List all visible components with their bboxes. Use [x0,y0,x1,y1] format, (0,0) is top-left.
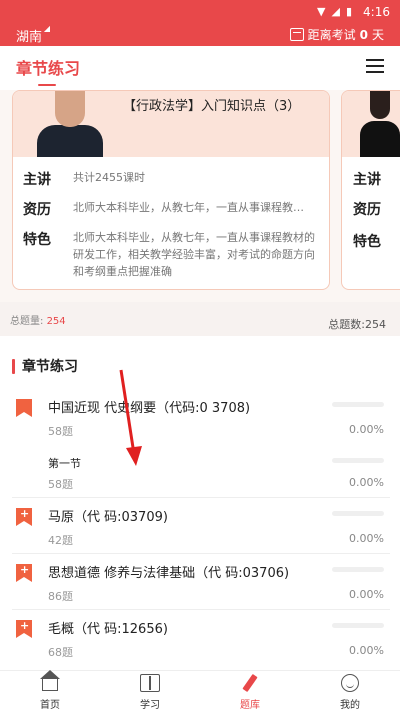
tab-label: 我的 [340,700,360,711]
course-title: 【行政法学】入门知识点（3） [123,99,301,114]
teacher-row: 主讲 共计2455课时 [23,169,319,189]
section-marker [12,358,15,374]
item-percent: 0.00% [349,588,384,601]
qualification-row: 资历 北师大本科毕业，从教七年，一直从事课程教… [23,199,319,219]
item-count: 86题 [48,590,73,603]
progress-bar [332,623,384,628]
row-key: 资历 [353,202,381,218]
item-percent: 0.00% [349,644,384,657]
status-icons: ▼ ◢ ▮ [317,5,352,18]
province-selector[interactable]: 湖南 ◢ [16,24,50,45]
pen-icon [242,673,258,693]
row-key: 主讲 [23,172,51,188]
row-key: 主讲 [353,172,381,188]
feature-row: 特色 北师大本科毕业，从教七年，一直从事课程教材的研发工作，相关教学经验丰富，对… [23,229,319,280]
bottom-tab-bar: 首页 学习 题库 我的 [0,670,400,712]
item-name: 第一节 [48,457,81,470]
item-percent: 0.00% [349,476,384,489]
wifi-icon: ▼ [317,5,326,18]
teacher-photo [360,91,400,157]
home-icon [40,670,60,691]
top-bar: 湖南 ◢ 距离考试 0 天 [0,24,400,46]
teacher-photo [27,91,111,157]
list-item[interactable]: 思想道德 修养与法律基础（代 码:03706) 86题 0.00% [0,554,400,610]
countdown-label: 距离考试 [307,28,356,42]
item-name: 毛概（代 码:12656) [48,622,168,637]
tab-label: 学习 [140,700,160,711]
total-label: 总题量: [10,316,44,327]
title-underline [38,84,56,86]
progress-bar [332,511,384,516]
countdown-unit: 天 [371,28,384,42]
tab-study[interactable]: 学习 [100,671,200,712]
total-label: 总题数: [328,318,365,331]
dropdown-corner-icon: ◢ [43,24,51,33]
section-title: 章节练习 [22,359,78,375]
row-value: 共计2455课时 [73,171,145,184]
progress-bar [332,458,384,463]
row-key: 资历 [23,202,51,218]
section-header: 章节练习 [12,356,78,376]
bookmark-plus-icon [16,508,32,526]
course-card[interactable]: 【行政法学】入门知识点（3） 主讲 共计2455课时 资历 北师大本科毕业，从教… [12,90,330,290]
item-count: 58题 [48,425,73,438]
course-banner: 【行政法学】入门知识点（3） [13,91,329,157]
list-item[interactable]: 马原（代 码:03709) 42题 0.00% [0,498,400,554]
item-name: 思想道德 修养与法律基础（代 码:03706) [48,566,290,581]
province-label: 湖南 [16,30,43,45]
course-carousel[interactable]: 【行政法学】入门知识点（3） 主讲 共计2455课时 资历 北师大本科毕业，从教… [0,90,400,302]
status-time: 4:16 [363,5,390,19]
tab-label: 题库 [240,700,260,711]
countdown-days: 0 [359,27,368,42]
battery-icon: ▮ [345,5,352,18]
profile-icon [341,674,359,692]
chapter-practice-section: 章节练习 中国近现 代史纲要（代码:0 3708) 58题 0.00% 第一节 … [0,336,400,670]
tab-question-bank[interactable]: 题库 [200,671,300,712]
total-value: 254 [46,316,66,327]
book-icon [140,674,160,692]
calendar-icon [289,28,304,41]
bookmark-plus-icon [16,620,32,638]
list-item[interactable]: 毛概（代 码:12656) 68题 0.00% [0,610,400,666]
tab-home[interactable]: 首页 [0,670,100,712]
bookmark-icon [16,399,32,417]
row-value: 北师大本科毕业，从教七年，一直从事课程教… [73,201,304,214]
next-course-card[interactable]: 主讲 资历 特色 [341,90,400,290]
row-value: 北师大本科毕业，从教七年，一直从事课程教材的研发工作，相关教学经验丰富，对考试的… [73,231,315,278]
page-title: 章节练习 [16,59,81,78]
bookmark-plus-icon [16,564,32,582]
total-left: 总题量: 254 [10,312,66,327]
list-item[interactable]: 中国近现 代史纲要（代码:0 3708) 58题 0.00% [0,392,400,448]
item-name: 马原（代 码:03709) [48,510,168,525]
total-value: 254 [365,318,386,331]
progress-bar [332,567,384,572]
progress-bar [332,402,384,407]
next-course-banner [342,91,400,157]
status-bar: ▼ ◢ ▮ 4:16 [0,0,400,24]
item-count: 42题 [48,534,73,547]
signal-icon: ◢ [331,5,340,18]
nav-bar: 章节练习 [0,46,400,90]
item-count: 58题 [48,478,73,491]
item-count: 68题 [48,646,73,659]
item-name: 中国近现 代史纲要（代码:0 3708) [48,401,251,416]
item-percent: 0.00% [349,423,384,436]
tab-label: 首页 [40,700,60,711]
list-item[interactable]: 第一节 58题 0.00% [0,448,400,498]
row-key: 特色 [353,234,381,250]
total-summary: 总题量: 254 总题数:254 [0,302,400,336]
total-right: 总题数:254 [328,316,386,332]
menu-icon[interactable] [366,59,384,73]
exam-countdown[interactable]: 距离考试 0 天 [289,26,384,43]
item-percent: 0.00% [349,532,384,545]
tab-profile[interactable]: 我的 [300,671,400,712]
row-key: 特色 [23,232,51,248]
